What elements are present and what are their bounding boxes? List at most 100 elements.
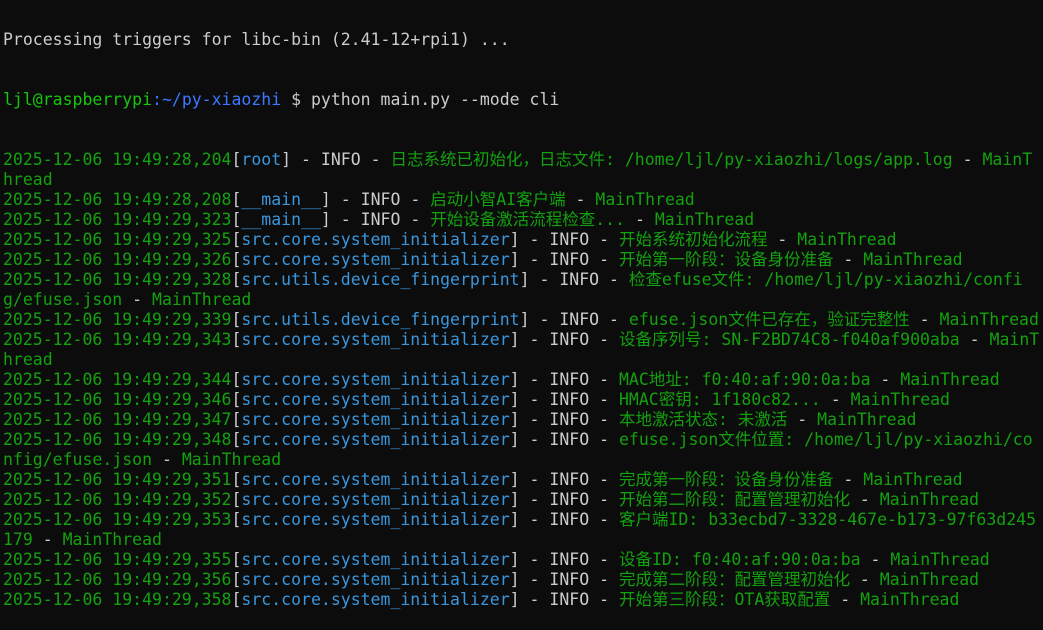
log-level: INFO — [549, 490, 590, 509]
log-line: 2025-12-06 19:49:28,208[__main__] - INFO… — [3, 190, 695, 209]
log-thread: MainThread — [863, 250, 963, 269]
log-thread: MainThread — [939, 310, 1039, 329]
log-line: 2025-12-06 19:49:29,358[src.core.system_… — [3, 590, 960, 609]
log-module: root — [241, 150, 282, 169]
log-line: 2025-12-06 19:49:29,344[src.core.system_… — [3, 370, 1000, 389]
log-timestamp: 2025-12-06 19:49:29,325 — [3, 230, 232, 249]
log-level: INFO — [360, 210, 401, 229]
log-timestamp: 2025-12-06 19:49:29,351 — [3, 470, 232, 489]
log-timestamp: 2025-12-06 19:49:29,339 — [3, 310, 232, 329]
log-module: src.core.system_initializer — [241, 550, 510, 569]
log-line: 2025-12-06 19:49:29,352[src.core.system_… — [3, 490, 980, 509]
log-thread: MainThread — [654, 210, 755, 229]
log-line: 2025-12-06 19:49:29,353[src.core.system_… — [3, 510, 1037, 549]
log-line: 2025-12-06 19:49:29,348[src.core.system_… — [3, 430, 1033, 469]
log-message: MAC地址: f0:40:af:90:0a:ba — [618, 370, 871, 389]
log-thread: MainThread — [860, 590, 960, 609]
log-timestamp: 2025-12-06 19:49:29,343 — [3, 330, 232, 349]
log-level: INFO — [549, 430, 590, 449]
log-message: 开始第二阶段：配置管理初始化 — [618, 490, 850, 509]
log-level: INFO — [549, 370, 590, 389]
log-line: 2025-12-06 19:49:29,356[src.core.system_… — [3, 570, 980, 589]
log-thread: MainThread — [62, 530, 162, 549]
prompt-path: :~/py-xiaozhi — [152, 90, 282, 109]
log-message: 设备序列号: SN-F2BD74C8-f040af900aba — [618, 330, 960, 349]
log-timestamp: 2025-12-06 19:49:29,353 — [3, 510, 232, 529]
log-level: INFO — [549, 250, 590, 269]
log-line: 2025-12-06 19:49:29,346[src.core.system_… — [3, 390, 950, 409]
log-message: HMAC密钥: 1f180c82... — [618, 390, 821, 409]
log-message: 完成第二阶段：配置管理初始化 — [618, 570, 850, 589]
log-line: 2025-12-06 19:49:28,204[root] - INFO - 日… — [3, 150, 1033, 189]
log-line: 2025-12-06 19:49:29,355[src.core.system_… — [3, 550, 990, 569]
shell-prompt-line: ljl@raspberrypi:~/py-xiaozhi $ python ma… — [3, 90, 1041, 110]
log-module: src.core.system_initializer — [241, 510, 510, 529]
prompt-symbol: $ — [281, 90, 311, 109]
log-module: src.core.system_initializer — [241, 370, 510, 389]
log-module: src.core.system_initializer — [241, 410, 510, 429]
log-timestamp: 2025-12-06 19:49:29,326 — [3, 250, 232, 269]
log-module: src.core.system_initializer — [241, 470, 510, 489]
log-message: 设备ID: f0:40:af:90:0a:ba — [618, 550, 861, 569]
log-message: 开始系统初始化流程 — [618, 230, 768, 249]
log-thread: MainThread — [797, 230, 897, 249]
log-timestamp: 2025-12-06 19:49:29,355 — [3, 550, 232, 569]
log-module: src.core.system_initializer — [241, 570, 510, 589]
log-level: INFO — [549, 510, 590, 529]
log-message: efuse.json文件已存在，验证完整性 — [628, 310, 910, 329]
log-thread: MainThread — [863, 470, 963, 489]
log-timestamp: 2025-12-06 19:49:29,344 — [3, 370, 232, 389]
log-module: src.utils.device_fingerprint — [241, 270, 520, 289]
log-module: src.core.system_initializer — [241, 430, 510, 449]
log-message: 日志系统已初始化，日志文件: /home/ljl/py-xiaozhi/logs… — [390, 150, 953, 169]
log-line: 2025-12-06 19:49:29,339[src.utils.device… — [3, 310, 1039, 329]
prompt-command: python main.py --mode cli — [310, 90, 560, 109]
log-thread: MainThread — [879, 570, 980, 589]
log-timestamp: 2025-12-06 19:49:29,358 — [3, 590, 232, 609]
log-timestamp: 2025-12-06 19:49:28,204 — [3, 150, 232, 169]
log-message: 本地激活状态: 未激活 — [618, 410, 788, 429]
log-timestamp: 2025-12-06 19:49:28,208 — [3, 190, 232, 209]
previous-output-line: Processing triggers for libc-bin (2.41-1… — [3, 30, 510, 49]
terminal-output[interactable]: Processing triggers for libc-bin (2.41-1… — [3, 0, 1041, 630]
prompt-user-host: ljl@raspberrypi — [3, 90, 153, 109]
log-module: src.core.system_initializer — [241, 230, 510, 249]
log-line: 2025-12-06 19:49:29,325[src.core.system_… — [3, 230, 897, 249]
log-thread: MainThread — [850, 390, 950, 409]
log-level: INFO — [360, 190, 401, 209]
log-module: src.core.system_initializer — [241, 250, 510, 269]
log-timestamp: 2025-12-06 19:49:29,323 — [3, 210, 232, 229]
log-timestamp: 2025-12-06 19:49:29,347 — [3, 410, 232, 429]
log-level: INFO — [549, 390, 590, 409]
log-line: 2025-12-06 19:49:29,326[src.core.system_… — [3, 250, 963, 269]
log-timestamp: 2025-12-06 19:49:29,356 — [3, 570, 232, 589]
log-level: INFO — [549, 550, 590, 569]
log-level: INFO — [559, 270, 600, 289]
log-timestamp: 2025-12-06 19:49:29,348 — [3, 430, 232, 449]
log-module: src.utils.device_fingerprint — [241, 310, 520, 329]
log-thread: MainThread — [181, 450, 282, 469]
log-thread: MainThread — [595, 190, 695, 209]
log-thread: MainThread — [817, 410, 917, 429]
log-level: INFO — [549, 410, 590, 429]
log-module: __main__ — [241, 190, 321, 209]
log-lines: 2025-12-06 19:49:28,204[root] - INFO - 日… — [3, 150, 1041, 610]
log-module: src.core.system_initializer — [241, 330, 510, 349]
log-message: 开始设备激活流程检查... — [430, 210, 626, 229]
log-message: 开始第一阶段：设备身份准备 — [618, 250, 834, 269]
log-thread: MainThread — [152, 290, 252, 309]
log-timestamp: 2025-12-06 19:49:29,346 — [3, 390, 232, 409]
log-line: 2025-12-06 19:49:29,343[src.core.system_… — [3, 330, 1040, 369]
log-timestamp: 2025-12-06 19:49:29,328 — [3, 270, 232, 289]
log-line: 2025-12-06 19:49:29,328[src.utils.device… — [3, 270, 1023, 309]
log-level: INFO — [549, 470, 590, 489]
log-line: 2025-12-06 19:49:29,351[src.core.system_… — [3, 470, 963, 489]
log-timestamp: 2025-12-06 19:49:29,352 — [3, 490, 232, 509]
log-level: INFO — [549, 570, 590, 589]
log-module: src.core.system_initializer — [241, 490, 510, 509]
log-level: INFO — [549, 330, 590, 349]
log-level: INFO — [549, 230, 590, 249]
log-message: 完成第一阶段：设备身份准备 — [618, 470, 834, 489]
log-thread: MainThread — [890, 550, 990, 569]
log-module: __main__ — [241, 210, 321, 229]
